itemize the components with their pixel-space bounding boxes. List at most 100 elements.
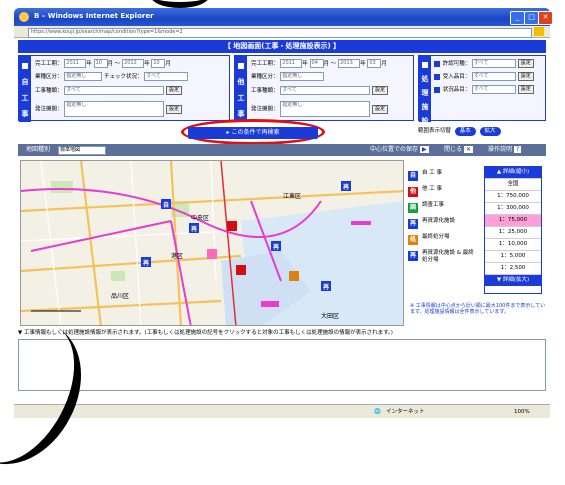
own-year-to[interactable]: 2012 (122, 59, 145, 68)
legend-survey-works: 調調査工事 (408, 202, 445, 213)
other-orderer-set-button[interactable]: 設定 (372, 104, 389, 114)
own-worktype-label: 業種区分： (35, 74, 63, 80)
address-bar: https://www.kouji.jp/search/map/conditio… (14, 26, 550, 38)
minimize-button[interactable]: _ (510, 11, 525, 25)
scale-item-selected[interactable]: 1：75,000 (485, 215, 541, 227)
address-input[interactable]: https://www.kouji.jp/search/map/conditio… (28, 28, 532, 38)
map-label-koto: 江東区 (283, 193, 302, 200)
facility-check-icon (434, 86, 440, 93)
lock-icon (534, 27, 544, 36)
help-icon: ? (513, 146, 522, 153)
map-legend: 自自 工 事 他他 工 事 調調査工事 再再資源化施設 処最終処分場 再再資源化… (408, 170, 478, 268)
map-note: ※ 工事情報は中心点から近い順に最大100件まで表示しています。処理施設情報は全… (410, 303, 546, 315)
close-map-button[interactable]: 閉じる ✕ (444, 144, 473, 156)
info-panel (18, 339, 546, 391)
scale-item[interactable]: 全国 (485, 179, 541, 191)
window-titlebar: B – Windows Internet Explorer _ □ ✕ (14, 8, 553, 26)
globe-icon: 🌐 (374, 409, 381, 415)
zone-label: インターネット (386, 409, 425, 415)
facility-item-set-button[interactable]: 設定 (517, 72, 534, 81)
tilde: 〜 (114, 61, 121, 67)
year-unit: 年 (360, 61, 366, 67)
other-worktype-select[interactable]: 指定無し (280, 72, 325, 81)
other-works-label: 他工事 (235, 56, 247, 122)
other-worktype-label: 業種区分： (251, 74, 279, 80)
svg-text:再: 再 (191, 225, 197, 233)
scale-item[interactable]: 1：25,000 (485, 227, 541, 239)
map-canvas[interactable]: 自 再 再 再 再 再 江東区 中央区 港区 品川区 大田区 (20, 160, 404, 326)
decorative-arc (150, 0, 210, 8)
month-unit: 月 (323, 61, 330, 67)
own-month-from[interactable]: 10 (93, 59, 108, 68)
arrow-icon: ▶ (419, 146, 429, 153)
scale-selector: ▲ 詳細(縮小) 全国 1：750,000 1：300,000 1：75,000… (484, 166, 542, 294)
other-period-label: 完工工期： (251, 61, 279, 67)
facility-label: 処理施設 (419, 56, 431, 125)
both-facility-icon: 再 (408, 251, 418, 261)
page-banner: 【 地図画面(工事・処理施設表示) 】 (18, 40, 546, 53)
facility-status-input[interactable]: すべて (472, 85, 517, 94)
other-kind-set-button[interactable]: 設定 (372, 86, 389, 95)
facility-check-icon (434, 73, 440, 80)
legend-own-works: 自自 工 事 (408, 170, 442, 181)
other-kind-input[interactable]: すべて (280, 86, 371, 95)
scale-item[interactable]: 1：10,000 (485, 239, 541, 251)
legend-recycle-facility: 再再資源化施設 (408, 218, 456, 229)
facility-item-input[interactable]: すべて (472, 72, 517, 81)
own-worktype-select[interactable]: 指定無し (64, 72, 103, 81)
other-month-to[interactable]: 03 (367, 59, 382, 68)
own-check-select[interactable]: すべて (144, 72, 189, 81)
info-message: ▼ 工事情報もしくは処理施設情報が表示されます。(工事もしくは処理施設の記号をク… (18, 330, 393, 336)
other-kind-label: 工事種類： (251, 88, 279, 94)
own-year-from[interactable]: 2011 (64, 59, 87, 68)
own-period-label: 完工工期： (35, 61, 63, 67)
own-kind-set-button[interactable]: 設定 (166, 86, 183, 95)
facility-license-input[interactable]: すべて (472, 59, 517, 68)
own-orderer-label: 発注機関： (35, 106, 63, 113)
help-button[interactable]: 操作説明 ? (488, 144, 522, 156)
scale-item[interactable]: 1：2,500 (485, 263, 541, 275)
month-unit: 月 (165, 61, 171, 67)
window-title: B – Windows Internet Explorer (34, 12, 154, 20)
other-orderer-input[interactable]: 指定無し (280, 101, 371, 117)
close-window-button[interactable]: ✕ (538, 11, 553, 25)
maximize-button[interactable]: □ (524, 11, 539, 25)
map-type-label: 地図種別 (26, 146, 51, 153)
scale-item[interactable]: 1：300,000 (485, 203, 541, 215)
map-label-shinagawa: 品川区 (111, 293, 130, 300)
survey-works-icon: 調 (408, 203, 418, 213)
own-works-panel: 自工事 完工工期： 2011 年 10 月 〜 2012 年 10 月 業種区分： 指定… (18, 55, 230, 122)
other-orderer-label: 発注機関： (251, 106, 279, 113)
recycle-facility-icon: 再 (408, 219, 418, 229)
facility-item-label: 受入品目： (442, 74, 471, 80)
own-month-to[interactable]: 10 (151, 59, 166, 68)
facility-status-set-button[interactable]: 設定 (517, 85, 534, 94)
own-kind-input[interactable]: すべて (64, 86, 165, 95)
center-save-button[interactable]: 中心位置での保存 ▶ (370, 144, 429, 156)
scale-basic-button[interactable]: 基本 (454, 127, 476, 136)
other-works-icon: 他 (408, 187, 418, 197)
facility-license-set-button[interactable]: 設定 (517, 59, 534, 68)
svg-text:再: 再 (343, 183, 349, 191)
scale-zoom-button[interactable]: 拡大 (479, 127, 501, 136)
research-button[interactable]: ▸ この条件で再検索 (188, 127, 318, 139)
scale-mode-switch: 範囲表示切替 基本 拡大 (418, 126, 501, 136)
own-works-icon: 自 (408, 171, 418, 181)
own-orderer-input[interactable]: 指定無し (64, 101, 165, 117)
other-year-to[interactable]: 2013 (338, 59, 361, 68)
ie-icon (19, 12, 29, 22)
other-year-from[interactable]: 2011 (280, 59, 303, 68)
svg-text:自: 自 (163, 201, 169, 209)
map-type-select[interactable]: 標準地図 (58, 146, 106, 155)
zoom-label[interactable]: 100% (514, 405, 530, 419)
scale-item[interactable]: 1：750,000 (485, 191, 541, 203)
scale-up-button[interactable]: ▲ 詳細(縮小) (485, 167, 541, 179)
other-month-from[interactable]: 04 (309, 59, 324, 68)
scale-item[interactable]: 1：5,000 (485, 251, 541, 263)
scale-mode-label: 範囲表示切替 (418, 128, 452, 134)
svg-text:再: 再 (143, 259, 149, 267)
year-unit: 年 (144, 61, 150, 67)
own-works-label: 自工事 (19, 56, 31, 122)
scale-down-button[interactable]: ▼ 詳細(拡大) (485, 275, 541, 286)
own-orderer-set-button[interactable]: 設定 (166, 104, 183, 114)
